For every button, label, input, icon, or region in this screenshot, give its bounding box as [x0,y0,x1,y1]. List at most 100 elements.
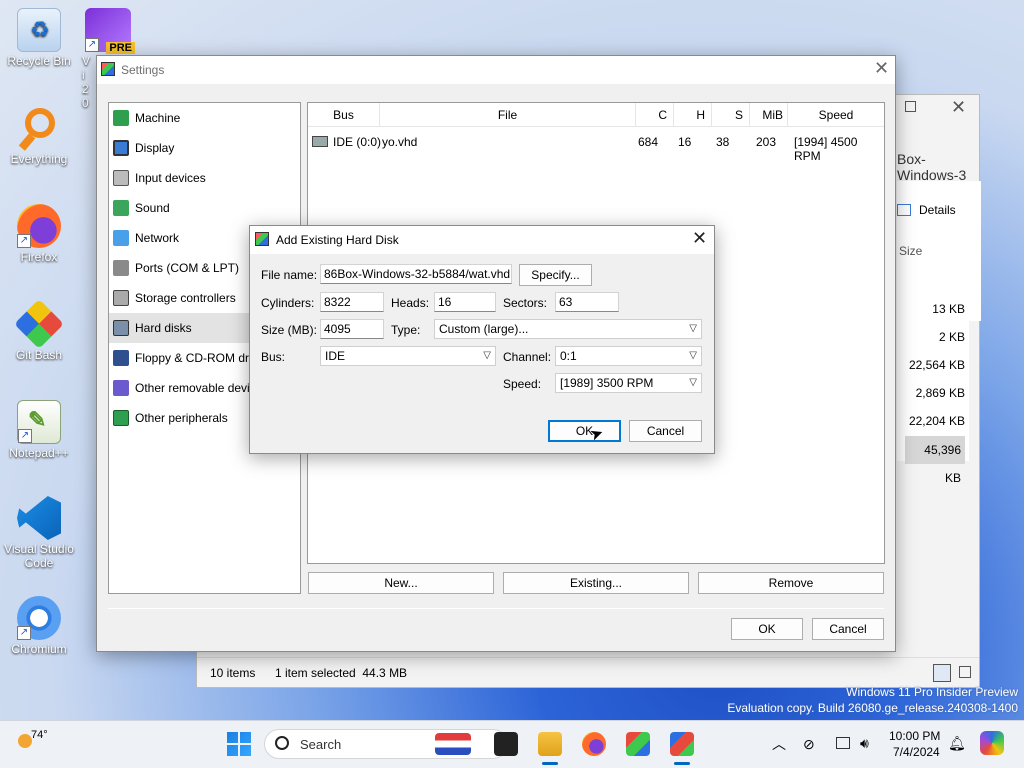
task-view-icon[interactable] [494,732,518,756]
firefox-icon: ↗ [17,204,61,248]
shortcut-arrow-icon: ↗ [17,626,31,640]
explorer-status-bar: 10 items 1 item selected 44.3 MB [197,657,979,687]
desktop-icon-firefox[interactable]: ↗ Firefox [1,204,77,264]
display-settings-icon[interactable] [836,737,850,749]
details-view-icon[interactable] [933,664,951,682]
size-label: Size (MB): [261,323,318,337]
close-icon[interactable]: ✕ [692,228,707,249]
desktop-icon-git-bash[interactable]: Git Bash [1,299,77,362]
copilot-preview-icon[interactable] [980,731,1004,755]
sidebar-item-input-devices[interactable]: Input devices [109,163,300,193]
network-icon[interactable]: ⊘ [803,736,815,753]
clock-date[interactable]: 7/4/2024 [893,745,940,759]
tiles-view-icon[interactable] [959,666,971,678]
type-select[interactable]: Custom (large)... ▽ [434,319,702,339]
keyboard-icon [113,170,129,186]
sectors-field[interactable]: 63 [555,292,619,312]
disk-sectors: 38 [716,135,730,149]
desktop-icon-notepad-plus-plus[interactable]: ✎ ↗ Notepad++ [1,400,77,460]
86box-manager-taskbar-icon[interactable] [626,732,650,756]
dialog-ok-button[interactable]: OK [548,420,621,442]
divider [108,608,884,609]
details-button[interactable]: Details [919,203,956,217]
status-item-count: 10 items [210,666,256,680]
chevron-down-icon: ▽ [483,350,491,361]
details-icon [897,204,911,216]
sidebar-item-label: Storage controllers [135,291,236,305]
sidebar-item-label: Network [135,231,180,245]
notification-bell-icon[interactable]: 🔔︎ [948,735,966,752]
start-button[interactable] [227,732,251,756]
desktop-icon-label: Visual Studio Code [4,542,74,570]
86box-app-icon [101,62,115,76]
insider-watermark-line1: Windows 11 Pro Insider Preview [846,685,1018,699]
settings-titlebar[interactable]: Settings ✕ [97,56,895,84]
maximize-icon[interactable] [905,101,916,112]
firefox-taskbar-icon[interactable] [582,732,606,756]
vscode-icon [17,496,61,540]
table-row[interactable]: IDE (0:0) yo.vhd 684 16 38 203 [1994] 45… [308,103,884,163]
clock-time[interactable]: 10:00 PM [889,729,940,743]
git-bash-icon [14,299,64,349]
desktop-icon-recycle-bin[interactable]: ♻ Recycle Bin [1,8,77,68]
desktop-icon-label: Git Bash [15,348,63,362]
sidebar-item-label: Input devices [135,171,206,185]
sidebar-item-sound[interactable]: Sound [109,193,300,223]
type-label: Type: [391,323,421,337]
weather-temperature[interactable]: 74° [31,729,48,741]
remove-disk-button[interactable]: Remove [698,572,884,594]
disk-heads: 16 [678,135,692,149]
floppy-icon [113,350,129,366]
settings-cancel-button[interactable]: Cancel [812,618,884,640]
sidebar-item-label: Display [135,141,175,155]
86box-app-icon [255,232,269,246]
file-explorer-taskbar-icon[interactable] [538,732,562,756]
visual-studio-icon: PRE ↗ [85,8,135,54]
cylinders-label: Cylinders: [261,296,315,310]
existing-disk-button[interactable]: Existing... [503,572,689,594]
86box-taskbar-icon[interactable] [670,732,694,756]
size-field[interactable]: 4095 [320,319,384,339]
sidebar-item-label: Other peripherals [135,411,228,425]
settings-title: Settings [121,63,165,77]
add-existing-hard-disk-dialog[interactable]: Add Existing Hard Disk ✕ File name: 86Bo… [249,225,715,454]
shortcut-arrow-icon: ↗ [17,234,31,248]
channel-select[interactable]: 0:1 ▽ [555,346,702,366]
close-icon[interactable]: ✕ [874,58,889,79]
size-column-header[interactable]: Size [899,244,922,258]
size-list: 13 KB 2 KB 22,564 KB 2,869 KB 22,204 KB … [897,281,969,485]
desktop-icon-chromium[interactable]: ↗ Chromium [1,596,77,656]
weather-icon[interactable] [18,734,32,748]
speed-select-value: [1989] 3500 RPM [560,376,654,390]
search-highlight-icon [435,733,471,755]
explorer-title: Box-Windows-3 [897,151,967,183]
disk-bus: IDE (0:0) [333,135,382,149]
channel-label: Channel: [503,350,552,364]
sidebar-item-display[interactable]: Display [109,133,300,163]
hard-disk-icon [312,136,328,147]
storage-controller-icon [113,290,129,306]
bus-select[interactable]: IDE ▽ [320,346,496,366]
close-icon[interactable]: ✕ [951,97,966,118]
specify-button[interactable]: Specify... [519,264,592,286]
file-size-selected[interactable]: 45,396 KB [905,436,965,485]
dialog-titlebar[interactable]: Add Existing Hard Disk ✕ [250,226,714,254]
show-hidden-icons-chevron-up-icon[interactable]: ︿ [772,734,786,754]
settings-ok-button[interactable]: OK [731,618,803,640]
disk-file: yo.vhd [382,135,418,149]
bus-label: Bus: [261,350,286,364]
desktop-icon-vscode[interactable]: Visual Studio Code [1,496,77,570]
speed-select[interactable]: [1989] 3500 RPM ▽ [555,373,702,393]
file-name-field[interactable]: 86Box-Windows-32-b5884/wat.vhd [320,264,512,284]
desktop-icon-label: Everything [10,152,68,166]
volume-icon[interactable]: 🔊︎ [860,735,869,752]
desktop-icon-everything[interactable]: Everything [1,106,77,166]
heads-field[interactable]: 16 [434,292,496,312]
sidebar-item-machine[interactable]: Machine [109,103,300,133]
taskbar-search[interactable]: Search [264,729,508,759]
dialog-cancel-button[interactable]: Cancel [629,420,702,442]
display-icon [113,140,129,156]
new-disk-button[interactable]: New... [308,572,494,594]
file-size: 22,204 KB [908,414,965,428]
cylinders-field[interactable]: 8322 [320,292,384,312]
